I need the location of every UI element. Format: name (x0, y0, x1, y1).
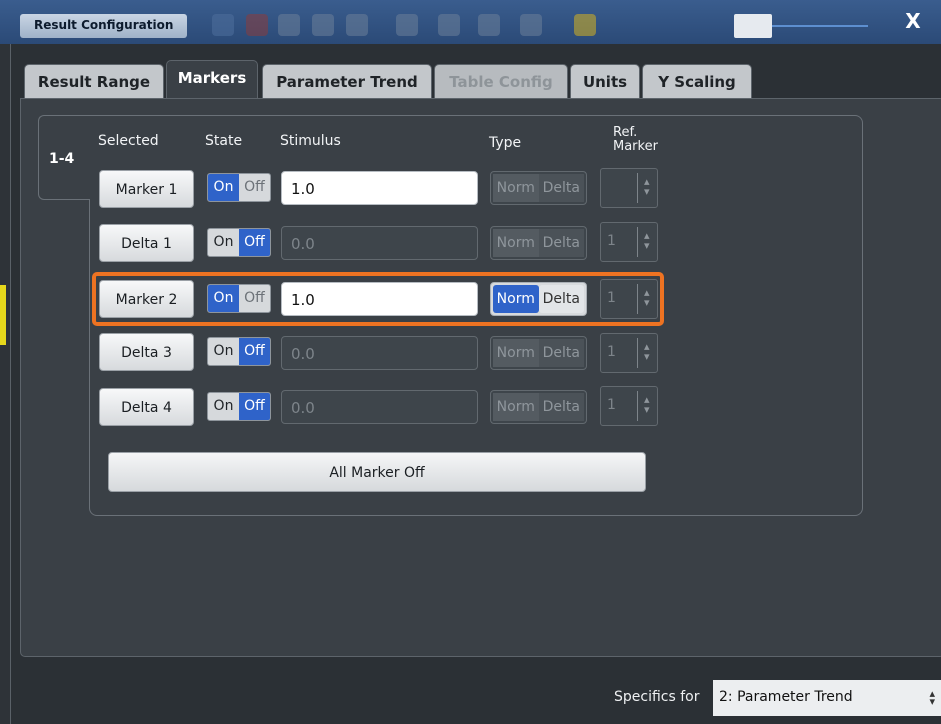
delta-3-type: Norm Delta (490, 336, 587, 370)
delta-4-type: Norm Delta (490, 390, 587, 424)
delta-1-button[interactable]: Delta 1 (99, 224, 194, 262)
spin-separator (637, 173, 638, 203)
spin-separator (637, 227, 638, 257)
delta-4-button[interactable]: Delta 4 (99, 388, 194, 426)
specifics-label: Specifics for (614, 689, 700, 705)
toggle-on[interactable]: On (208, 229, 239, 256)
header-stimulus: Stimulus (280, 133, 341, 149)
delta-1-ref-marker: 1 ▴ ▾ (600, 222, 658, 262)
header-state: State (205, 133, 243, 149)
type-delta[interactable]: Delta (538, 285, 584, 313)
tab-parameter-trend[interactable]: Parameter Trend (262, 64, 432, 98)
toggle-off[interactable]: Off (239, 393, 270, 420)
type-norm: Norm (493, 174, 539, 202)
marker-1-ref-marker: ▴ ▾ (600, 168, 658, 208)
spin-arrows-icon: ▴ ▾ (644, 175, 650, 198)
type-norm: Norm (493, 229, 539, 257)
header-selected: Selected (98, 133, 159, 149)
toolbar-icon (574, 14, 596, 36)
toolbar-icon (478, 14, 500, 36)
type-delta: Delta (538, 229, 584, 257)
delta-1-stimulus-field: 0.0 (281, 226, 478, 260)
ref-marker-value: 1 (607, 233, 616, 249)
tab-markers[interactable]: Markers (166, 60, 258, 99)
toolbar-icon (278, 14, 300, 36)
marker-2-stimulus-field[interactable]: 1.0 (281, 282, 478, 316)
spin-arrows-icon: ▴ ▾ (644, 393, 650, 416)
tab-y-scaling[interactable]: Y Scaling (642, 64, 752, 98)
close-button[interactable]: X (890, 4, 936, 40)
marker-2-type[interactable]: Norm Delta (490, 282, 587, 316)
type-norm[interactable]: Norm (493, 285, 539, 313)
ref-marker-value: 1 (607, 344, 616, 360)
delta-1-state-toggle[interactable]: On Off (207, 228, 271, 257)
marker-1-type: Norm Delta (490, 171, 587, 205)
toggle-off[interactable]: Off (239, 338, 270, 365)
toggle-on[interactable]: On (208, 285, 239, 312)
select-arrows-icon: ▴ ▾ (929, 687, 935, 708)
all-marker-off-button[interactable]: All Marker Off (108, 452, 646, 492)
toggle-off[interactable]: Off (239, 229, 270, 256)
header-ref-marker-line1: Ref. (613, 125, 638, 140)
toggle-on[interactable]: On (208, 174, 239, 201)
window-title: Result Configuration (20, 14, 188, 38)
marker-2-ref-marker: 1 ▴ ▾ (600, 279, 658, 319)
delta-1-type: Norm Delta (490, 226, 587, 260)
type-delta: Delta (538, 339, 584, 367)
toolbar-icon (346, 14, 368, 36)
toolbar-icon (520, 14, 542, 36)
specifics-select-value: 2: Parameter Trend (719, 689, 853, 705)
title-bar: Result Configuration X (0, 0, 941, 44)
marker-1-stimulus-field[interactable]: 1.0 (281, 171, 478, 205)
type-norm: Norm (493, 393, 539, 421)
delta-3-button[interactable]: Delta 3 (99, 333, 194, 371)
tab-units[interactable]: Units (570, 64, 640, 98)
type-delta: Delta (538, 393, 584, 421)
toggle-off[interactable]: Off (239, 174, 270, 201)
spin-separator (637, 338, 638, 368)
specifics-select[interactable]: 2: Parameter Trend ▴ ▾ (713, 680, 941, 716)
tab-result-range[interactable]: Result Range (24, 64, 164, 98)
toolbar-icon (212, 14, 234, 36)
toggle-on[interactable]: On (208, 393, 239, 420)
marker-2-state-toggle[interactable]: On Off (207, 284, 271, 313)
type-norm: Norm (493, 339, 539, 367)
delta-4-state-toggle[interactable]: On Off (207, 392, 271, 421)
subtab-1-4[interactable]: 1-4 (38, 115, 90, 200)
delta-3-state-toggle[interactable]: On Off (207, 337, 271, 366)
spin-separator (637, 391, 638, 421)
toggle-off[interactable]: Off (239, 285, 270, 312)
delta-3-stimulus-field: 0.0 (281, 336, 478, 370)
tab-table-config: Table Config (434, 64, 568, 98)
toolbar-icon (438, 14, 460, 36)
slider-track[interactable] (772, 25, 868, 27)
ref-marker-value: 1 (607, 290, 616, 306)
marker-1-button[interactable]: Marker 1 (99, 170, 194, 208)
spin-separator (637, 284, 638, 314)
ref-marker-value: 1 (607, 397, 616, 413)
delta-4-ref-marker: 1 ▴ ▾ (600, 386, 658, 426)
header-type: Type (489, 135, 522, 151)
delta-4-stimulus-field: 0.0 (281, 390, 478, 424)
edge-indicator (0, 285, 6, 345)
marker-1-state-toggle[interactable]: On Off (207, 173, 271, 202)
toggle-on[interactable]: On (208, 338, 239, 365)
spin-arrows-icon: ▴ ▾ (644, 229, 650, 252)
toolbar-icon (396, 14, 418, 36)
toolbar-icon (312, 14, 334, 36)
marker-2-button[interactable]: Marker 2 (99, 280, 194, 318)
type-delta: Delta (538, 174, 584, 202)
slider-handle[interactable] (734, 14, 772, 38)
header-ref-marker-line2: Marker (613, 139, 658, 154)
toolbar-icon (246, 14, 268, 36)
delta-3-ref-marker: 1 ▴ ▾ (600, 333, 658, 373)
spin-arrows-icon: ▴ ▾ (644, 340, 650, 363)
spin-arrows-icon: ▴ ▾ (644, 286, 650, 309)
